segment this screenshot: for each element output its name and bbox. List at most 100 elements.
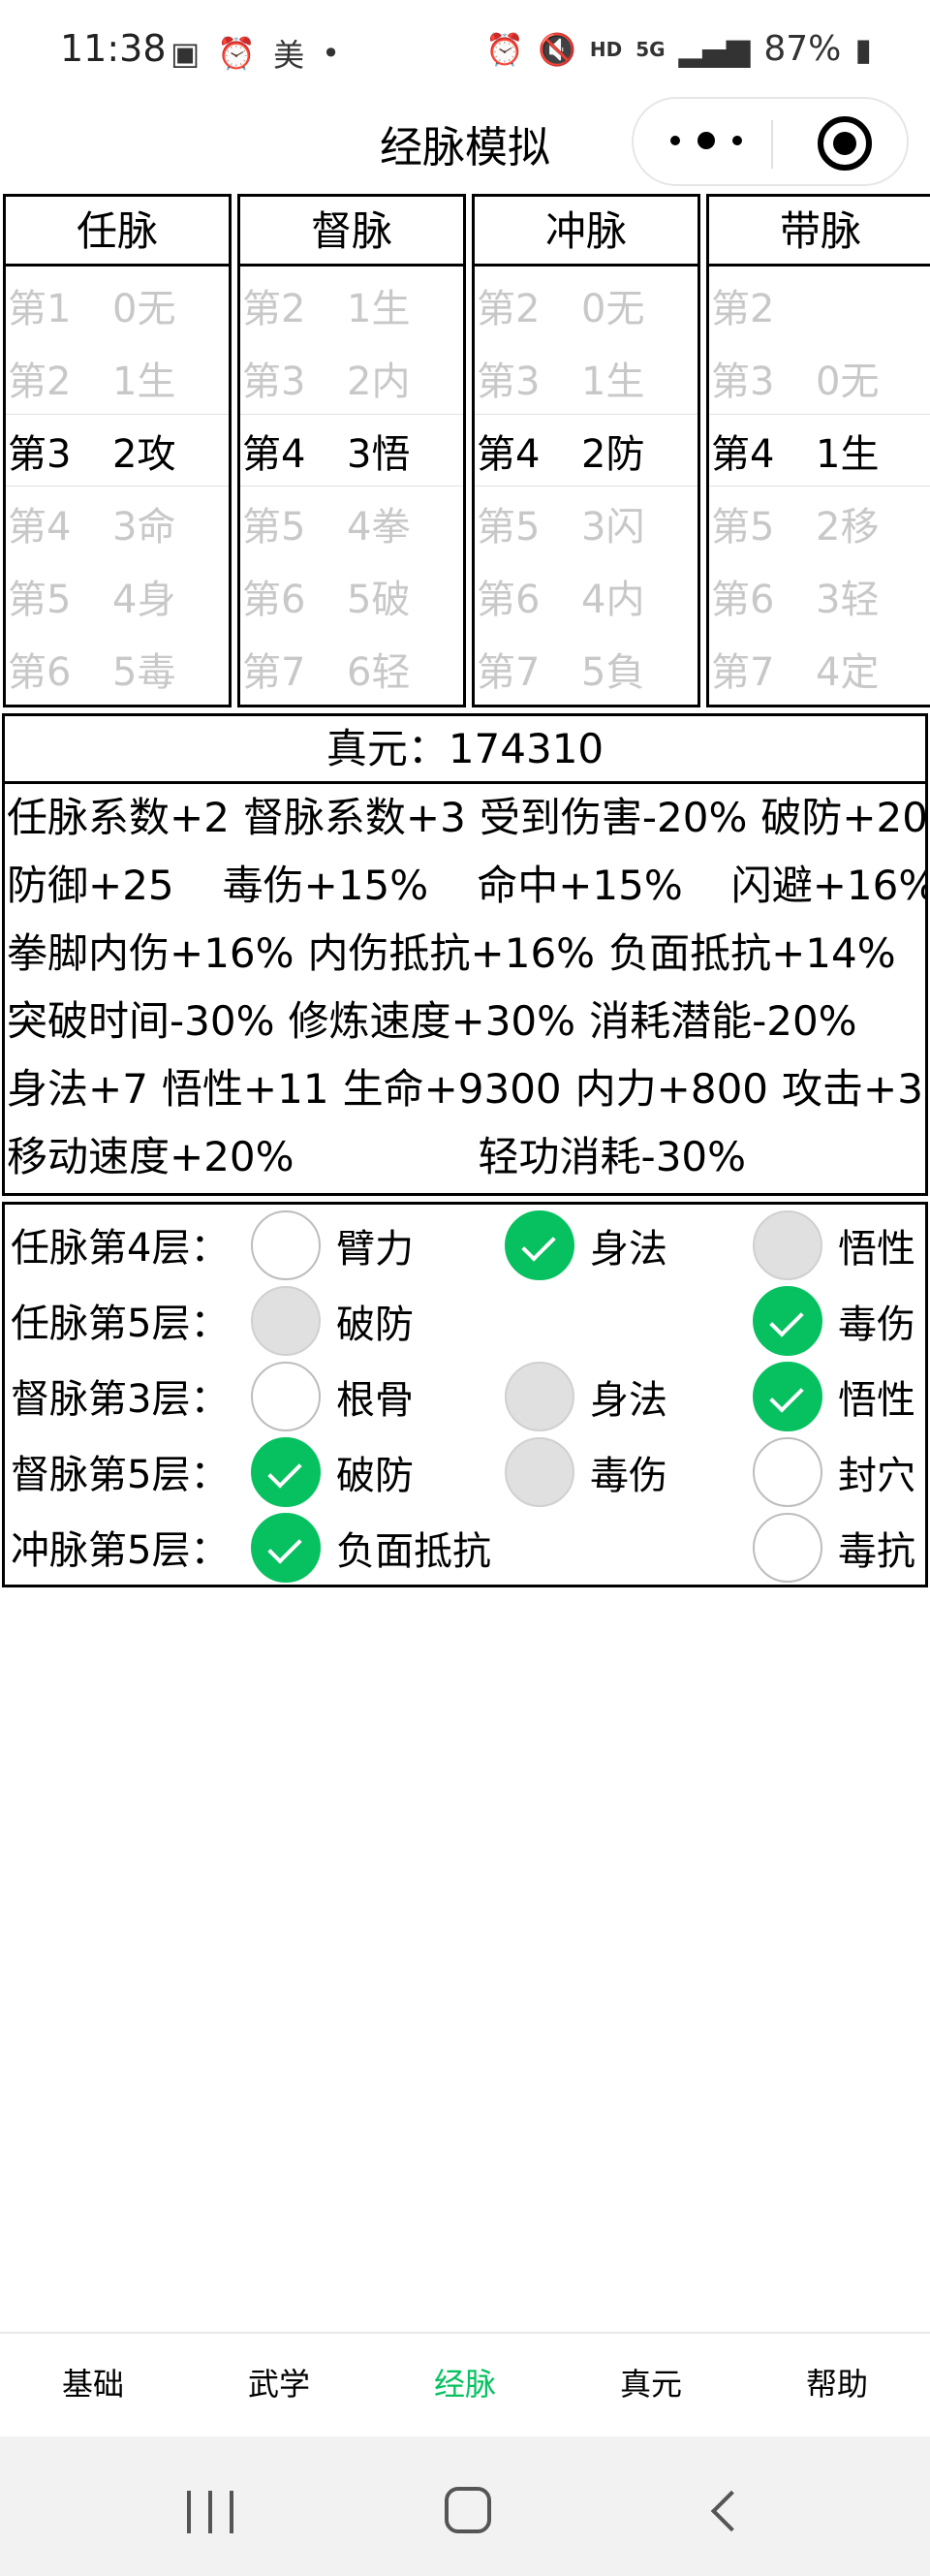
picker-wheel[interactable]: 第1 0无第2 1生 第3 2攻 第4 3命第5 4身 第6 5毒 <box>6 267 229 705</box>
tab-4[interactable]: 帮助 <box>744 2334 930 2436</box>
radio-circle-icon <box>505 1362 574 1431</box>
picker-row[interactable]: 第5 2移 <box>709 487 930 559</box>
picker-row-layer: 第7 <box>477 649 541 695</box>
picker-column-title: 带脉 <box>709 197 930 267</box>
more-icon[interactable] <box>670 126 742 155</box>
recent-apps-icon[interactable] <box>187 2491 233 2533</box>
picker-row-value: 0无 <box>112 286 176 331</box>
picker-column-title: 督脉 <box>240 197 463 267</box>
option-checkbox[interactable]: 毒抗 <box>753 1511 915 1585</box>
option-checkbox[interactable]: 悟性 <box>753 1360 915 1433</box>
picker-row[interactable]: 第6 3轻 <box>709 559 930 632</box>
option-checkbox[interactable]: 毒伤 <box>753 1284 915 1358</box>
picker-row[interactable]: 第5 3闪 <box>475 487 698 559</box>
picker-row-layer: 第4 <box>8 504 72 550</box>
picker-row[interactable]: 第1 0无 <box>6 268 229 341</box>
picker-row-selected[interactable]: 第4 3悟 <box>240 414 463 487</box>
attribute-summary: 任脉系数+2 督脉系数+3 受到伤害-20% 破防+20 防御+25 毒伤+15% 命中+1… <box>2 781 928 1196</box>
option-label: 破防 <box>336 1303 414 1347</box>
picker-row-selected[interactable]: 第4 2防 <box>475 414 698 487</box>
picker-column[interactable]: 任脉第1 0无第2 1生 第3 2攻 第4 3命第5 4身 第6 5毒 <box>3 194 232 707</box>
attribute-item: 拳脚内伤+16% <box>7 929 294 977</box>
picker-column[interactable]: 督脉第10无第21生第32内第43悟第54拳第65破第76轻 <box>237 194 466 707</box>
radio-circle-icon <box>753 1513 822 1583</box>
tab-3[interactable]: 真元 <box>558 2334 744 2436</box>
picker-row-value: 4身 <box>112 577 176 622</box>
picker-row-selected[interactable]: 第3 2攻 <box>6 414 229 487</box>
picker-row[interactable]: 第3 0无 <box>709 341 930 414</box>
picker-row[interactable]: 第7 4定 <box>709 632 930 705</box>
attribute-item: 悟性+11 <box>161 1065 329 1113</box>
status-icons-right: ⏰ 🔇 HD 5G ▂▄▆ 87% ▮ <box>485 29 872 69</box>
attribute-item: 身法+7 <box>7 1065 148 1113</box>
picker-row-value: 1生 <box>816 431 880 477</box>
picker-row-value: 5毒 <box>112 649 176 695</box>
option-label: 封穴 <box>838 1454 915 1498</box>
picker-wheel[interactable]: 第1第20无第31生第42防第53闪第64内第75負 <box>475 267 698 705</box>
dot-icon: • <box>322 35 340 72</box>
radio-circle-icon <box>251 1362 321 1431</box>
picker-row-layer: 第3 <box>242 359 306 404</box>
picker-row[interactable]: 第5 4身 <box>6 559 229 632</box>
picker-row[interactable]: 第2 1生 <box>240 268 463 341</box>
picker-row-layer: 第5 <box>242 504 306 550</box>
picker-row-value: 1生 <box>347 286 411 331</box>
picker-column[interactable]: 冲脉第1第20无第31生第42防第53闪第64内第75負 <box>472 194 700 707</box>
picker-row[interactable]: 第5 4拳 <box>240 487 463 559</box>
mini-program-capsule <box>632 97 909 186</box>
home-icon[interactable] <box>445 2487 491 2533</box>
attribute-line: 防御+25 毒伤+15% 命中+15% 闪避+16% <box>5 852 925 920</box>
option-label: 毒伤 <box>590 1454 667 1498</box>
picker-row-value: 2攻 <box>112 431 176 477</box>
tab-2[interactable]: 经脉 <box>372 2334 558 2436</box>
picker-column-title: 冲脉 <box>475 197 698 267</box>
option-label: 根骨 <box>336 1378 414 1423</box>
picker-row[interactable]: 第3 2内 <box>240 341 463 414</box>
option-row-label: 督脉第3层： <box>11 1377 230 1422</box>
picker-wheel[interactable]: 第10无第21生第32内第43悟第54拳第65破第76轻 <box>240 267 463 705</box>
picker-row-selected[interactable]: 第4 1生 <box>709 414 930 487</box>
option-label: 身法 <box>590 1227 667 1272</box>
picker-row[interactable]: 第2 0无 <box>475 268 698 341</box>
picker-row-layer: 第5 <box>8 577 72 622</box>
picker-column[interactable]: 带脉第1第2第30无第41生第52移第63轻第74定 <box>706 194 930 707</box>
picker-row-layer: 第3 <box>477 359 541 404</box>
picker-row[interactable]: 第3 1生 <box>475 341 698 414</box>
tab-1[interactable]: 武学 <box>186 2334 372 2436</box>
picker-row[interactable]: 第4 3命 <box>6 487 229 559</box>
option-checkbox[interactable]: 封穴 <box>753 1435 915 1509</box>
battery-icon: ▮ <box>854 30 872 68</box>
picker-row[interactable]: 第6 5毒 <box>6 632 229 705</box>
attribute-item: 防御+25 <box>7 862 174 909</box>
option-checkbox[interactable]: 臂力 <box>251 1209 414 1282</box>
picker-row-layer: 第6 <box>8 649 72 695</box>
status-bar: 11:38 ▣ ⏰ 美 • ⏰ 🔇 HD 5G ▂▄▆ 87% ▮ <box>0 0 930 97</box>
picker-row-layer: 第1 <box>8 286 72 331</box>
picker-column-title: 任脉 <box>6 197 229 267</box>
picker-wheel[interactable]: 第1第2第30无第41生第52移第63轻第74定 <box>709 267 930 705</box>
option-checkbox[interactable]: 负面抵抗 <box>251 1511 491 1585</box>
radio-circle-icon <box>251 1210 321 1280</box>
network-label: 5G <box>636 37 666 61</box>
picker-row-layer: 第2 <box>242 286 306 331</box>
picker-row-layer: 第4 <box>242 431 306 477</box>
attribute-item: 督脉系数+3 <box>242 794 466 841</box>
attribute-line: 移动速度+20% 轻功消耗-30% <box>5 1123 925 1191</box>
picker-row[interactable]: 第7 6轻 <box>240 632 463 705</box>
picker-row[interactable]: 第2 1生 <box>6 341 229 414</box>
back-icon[interactable] <box>710 2490 753 2532</box>
option-checkbox[interactable]: 破防 <box>251 1435 414 1509</box>
option-checkbox[interactable]: 身法 <box>505 1209 667 1282</box>
picker-row[interactable]: 第6 5破 <box>240 559 463 632</box>
picker-row[interactable]: 第6 4内 <box>475 559 698 632</box>
picker-row[interactable]: 第7 5負 <box>475 632 698 705</box>
tab-0[interactable]: 基础 <box>0 2334 186 2436</box>
picker-row-value: 4拳 <box>347 504 411 550</box>
checkmark-icon <box>251 1513 321 1583</box>
picker-row[interactable]: 第2 <box>709 268 930 341</box>
attribute-item: 内伤抵抗+16% <box>307 929 596 977</box>
close-mini-program-icon[interactable] <box>818 116 872 171</box>
picker-row-layer: 第3 <box>711 359 775 404</box>
title-bar: 经脉模拟 <box>0 97 930 190</box>
option-checkbox[interactable]: 根骨 <box>251 1360 414 1433</box>
